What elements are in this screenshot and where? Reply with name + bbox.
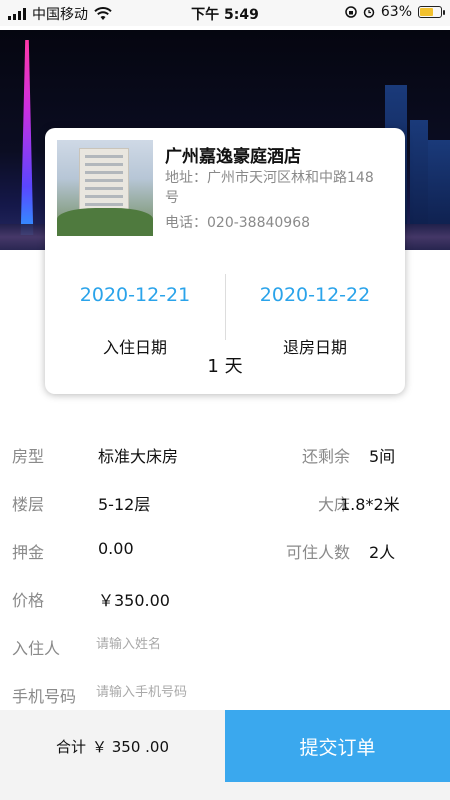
hotel-address: 地址：广州市天河区林和中路148号 [165,170,374,206]
room-type-value: 标准大床房 [98,447,179,466]
guest-row: 入住人 [0,635,450,665]
phone-number-input[interactable] [96,685,396,700]
total-amount: ￥ 350 .00 [91,737,170,756]
checkout-date[interactable]: 2020-12-22 [225,284,405,306]
battery-percent: 63% [380,4,412,20]
checkin-date-picker[interactable]: 2020-12-21 入住日期 [45,284,225,358]
canton-tower [20,40,34,235]
battery-fill [420,8,433,16]
floor-value: 5-12层 [98,495,151,514]
remaining-value: 5间 [369,447,396,466]
phone-label: 手机号码 [12,687,77,706]
submit-order-button[interactable]: 提交订单 [225,710,450,782]
checkout-date-picker[interactable]: 2020-12-22 退房日期 [225,284,405,358]
deposit-value: 0.00 [98,539,134,558]
floor-row: 楼层 5-12层 大床 1.8*2米 [0,491,450,521]
guest-label: 入住人 [12,639,61,658]
nights-count: 1 天 [207,356,243,377]
total-label: 合计 [55,737,86,756]
capacity-label: 可住人数 [285,543,350,562]
checkin-date[interactable]: 2020-12-21 [45,284,225,306]
orientation-lock-icon [345,6,357,18]
hotel-photo [57,140,153,236]
floor-label: 楼层 [12,495,45,514]
status-right: 63% [345,4,445,20]
price-row: 价格 ￥350.00 [0,587,450,617]
hotel-name: 广州嘉逸豪庭酒店 [165,147,301,167]
price-label: 价格 [12,591,45,610]
price-value: ￥350.00 [98,591,170,610]
bottom-bar: 合计 ￥ 350 .00 提交订单 [0,710,450,800]
deposit-label: 押金 [12,543,45,562]
capacity-value: 2人 [369,543,396,562]
alarm-icon [363,7,375,18]
trees-image [57,208,153,236]
room-type-row: 房型 标准大床房 还剩余 5间 [0,443,450,473]
status-bar: 中国移动 下午 5:49 63% [0,0,450,26]
hotel-phone: 电话：020-38840968 [165,215,311,231]
order-total: 合计 ￥ 350 .00 [0,710,225,782]
phone-row: 手机号码 [0,683,450,713]
remaining-label: 还剩余 [301,447,350,466]
bed-value: 1.8*2米 [340,495,400,514]
guest-name-input[interactable] [96,637,396,652]
room-type-label: 房型 [12,447,45,466]
deposit-row: 押金 0.00 可住人数 2人 [0,539,450,569]
hotel-card: 广州嘉逸豪庭酒店 地址：广州市天河区林和中路148号 电话：020-388409… [45,128,405,394]
battery-icon [418,6,445,18]
